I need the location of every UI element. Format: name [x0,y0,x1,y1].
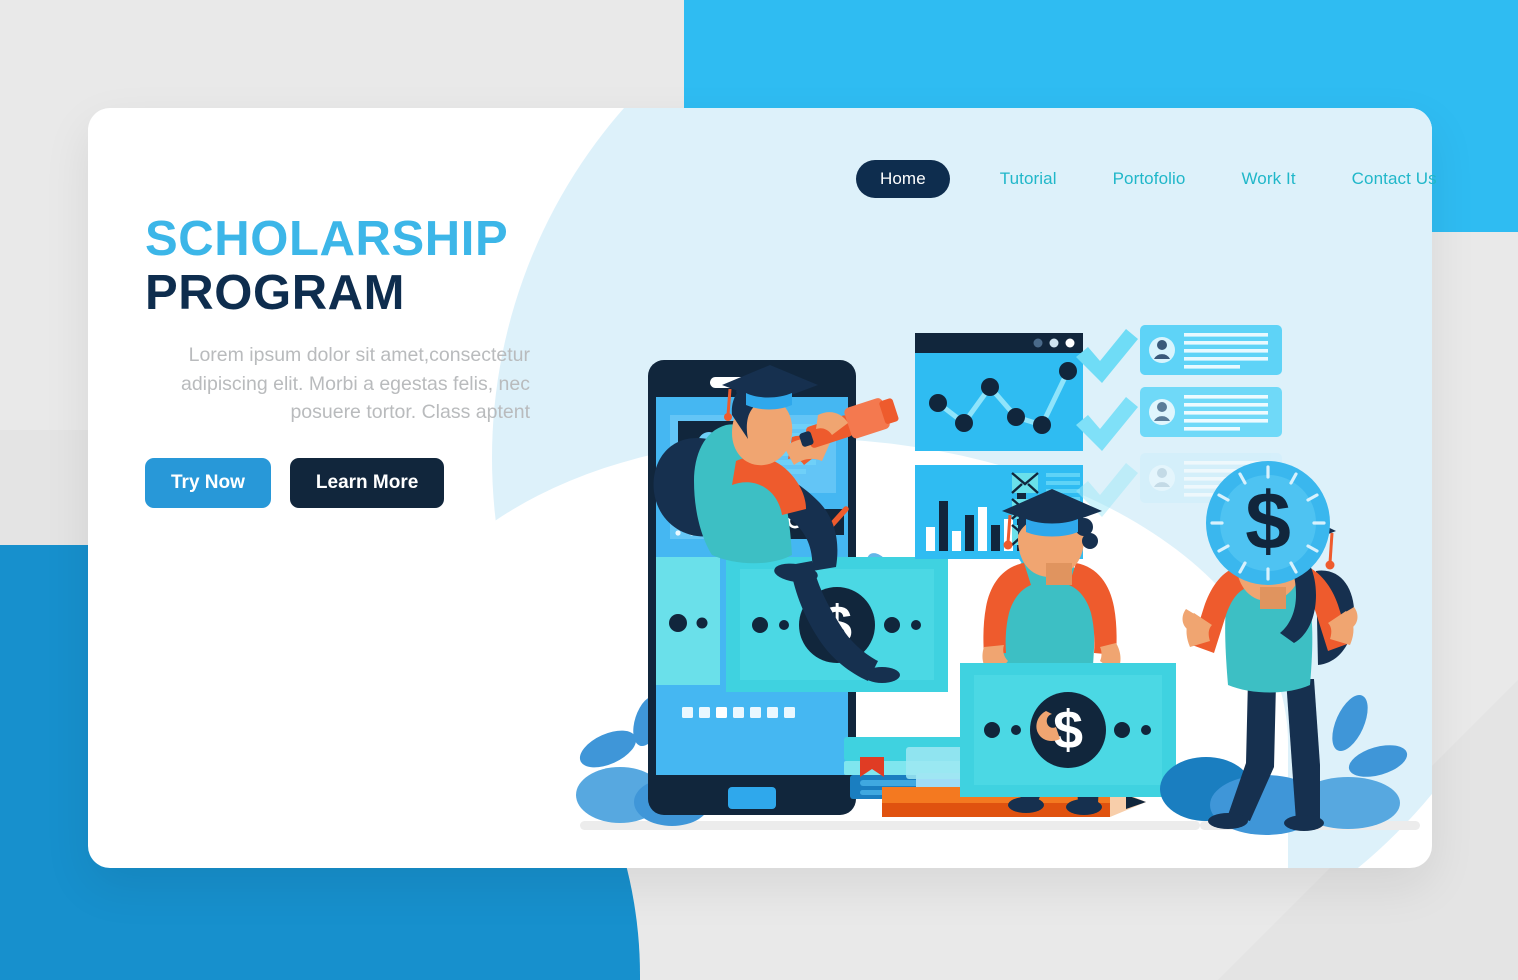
check-icon [1076,397,1138,451]
nav-item-work-it[interactable]: Work It [1213,169,1323,189]
nav-item-tutorial[interactable]: Tutorial [972,169,1085,189]
window-dot-3 [1065,338,1075,348]
hero-illustration: $ $ [560,275,1420,855]
hero-button-row: Try Now Learn More [145,458,565,509]
banknote-right: $ [960,663,1176,797]
applicant-row-2 [1076,387,1282,451]
nav-item-contact-us[interactable]: Contact Us [1324,169,1465,189]
hero-subtitle: Lorem ipsum dolor sit amet,consectetur a… [180,344,530,423]
nav-item-home[interactable]: Home [856,160,950,198]
main-navigation: Home Tutorial Portofolio Work It Contact… [856,160,1465,198]
phone-card-left [656,557,720,685]
leaf-decoration-right [1160,695,1408,835]
coin-dollar-symbol: $ [1245,476,1291,567]
dollar-coin: $ [1206,461,1330,585]
page-root: Home Tutorial Portofolio Work It Contact… [0,0,1518,980]
check-icon [1076,329,1138,383]
page-title-line-1: SCHOLARSHIP [145,212,509,266]
page-title-line-2: PROGRAM [145,266,406,320]
window-dot-1 [1033,338,1043,348]
applicant-row-1 [1076,325,1282,383]
hero-content: SCHOLARSHIP PROGRAM Lorem ipsum dolor si… [145,212,565,509]
line-chart-window [915,333,1083,451]
try-now-button[interactable]: Try Now [145,458,271,509]
nav-item-portofolio[interactable]: Portofolio [1085,169,1214,189]
learn-more-button[interactable]: Learn More [289,458,445,509]
window-dot-2 [1049,338,1059,348]
dollar-symbol-right: $ [1053,700,1083,760]
